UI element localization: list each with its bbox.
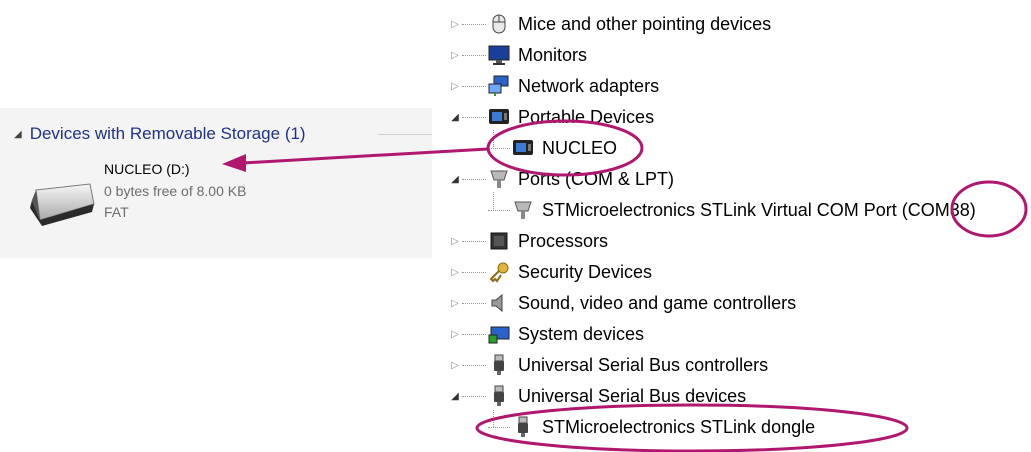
tree-item-security-devices[interactable]: ▷ Security Devices	[450, 257, 652, 287]
tree-item-label: STMicroelectronics STLink dongle	[542, 416, 816, 437]
speaker-icon	[491, 293, 503, 313]
monitor-icon	[488, 45, 510, 65]
usb-icon	[518, 416, 528, 437]
tree-item-system-devices[interactable]: ▷ System devices	[450, 319, 644, 349]
explorer-panel: ◢ Devices with Removable Storage (1) NUC…	[0, 108, 432, 258]
tree-item-mice[interactable]: ▷ Mice and other pointing devices	[450, 9, 771, 39]
usb-icon	[494, 385, 504, 406]
tree-item-label: STMicroelectronics STLink Virtual COM Po…	[542, 199, 976, 220]
tree-item-label: NUCLEO	[542, 137, 618, 158]
port-icon	[514, 201, 532, 219]
tree-item-label: Sound, video and game controllers	[518, 292, 797, 313]
tree-item-portable-devices[interactable]: ◢ Portable Devices	[450, 102, 654, 132]
collapse-triangle-icon[interactable]: ◢	[450, 174, 460, 185]
tree-item-label: Universal Serial Bus devices	[518, 385, 747, 406]
expand-triangle-icon[interactable]: ▷	[450, 50, 460, 61]
tree-item-label: Ports (COM & LPT)	[518, 168, 675, 189]
tree-item-label: Portable Devices	[518, 106, 655, 127]
tree-child-stlink-com-port[interactable]: STMicroelectronics STLink Virtual COM Po…	[486, 195, 976, 225]
expand-triangle-icon[interactable]: ▷	[450, 360, 460, 371]
tree-item-ports[interactable]: ◢ Ports (COM & LPT)	[450, 164, 674, 194]
tree-item-label: Network adapters	[518, 75, 660, 96]
tree-item-usb-devices[interactable]: ◢ Universal Serial Bus devices	[450, 381, 746, 411]
tree-item-processors[interactable]: ▷ Processors	[450, 226, 608, 256]
drive-filesystem: FAT	[104, 204, 129, 220]
portable-device-icon	[489, 109, 509, 124]
drive-name[interactable]: NUCLEO (D:)	[104, 161, 190, 177]
key-icon	[489, 262, 509, 283]
collapse-triangle-icon[interactable]: ◢	[450, 112, 460, 123]
usb-icon	[494, 354, 504, 375]
port-icon	[490, 170, 508, 188]
tree-child-nucleo[interactable]: NUCLEO	[486, 133, 617, 163]
tree-item-label: Monitors	[518, 44, 588, 65]
tree-item-usb-controllers[interactable]: ▷ Universal Serial Bus controllers	[450, 350, 768, 380]
group-divider	[378, 134, 432, 135]
tree-item-label: Universal Serial Bus controllers	[518, 354, 769, 375]
expand-triangle-icon[interactable]: ▷	[450, 267, 460, 278]
system-icon	[488, 326, 510, 344]
collapse-triangle-icon[interactable]: ◢	[450, 391, 460, 402]
tree-item-label: Mice and other pointing devices	[518, 13, 772, 34]
expand-triangle-icon[interactable]: ▷	[450, 81, 460, 92]
tree-child-stlink-dongle[interactable]: STMicroelectronics STLink dongle	[486, 412, 815, 442]
expand-triangle-icon[interactable]: ▷	[450, 329, 460, 340]
removable-storage-group-header[interactable]: ◢ Devices with Removable Storage (1)	[14, 124, 306, 144]
processor-icon	[490, 232, 508, 250]
collapse-triangle-icon[interactable]: ◢	[14, 129, 22, 140]
group-header-label: Devices with Removable Storage (1)	[29, 124, 306, 143]
tree-item-network-adapters[interactable]: ▷ Network adapters	[450, 71, 659, 101]
mouse-icon	[492, 14, 506, 34]
drive-free-space: 0 bytes free of 8.00 KB	[104, 183, 247, 199]
expand-triangle-icon[interactable]: ▷	[450, 236, 460, 247]
tree-item-label: Processors	[518, 230, 609, 251]
expand-triangle-icon[interactable]: ▷	[450, 298, 460, 309]
tree-item-label: Security Devices	[518, 261, 653, 282]
tree-item-monitors[interactable]: ▷ Monitors	[450, 40, 587, 70]
portable-device-icon	[513, 140, 533, 155]
tree-item-sound[interactable]: ▷ Sound, video and game controllers	[450, 288, 796, 318]
expand-triangle-icon[interactable]: ▷	[450, 19, 460, 30]
tree-item-label: System devices	[518, 323, 645, 344]
network-icon	[488, 75, 509, 96]
removable-drive-icon[interactable]	[26, 180, 96, 226]
